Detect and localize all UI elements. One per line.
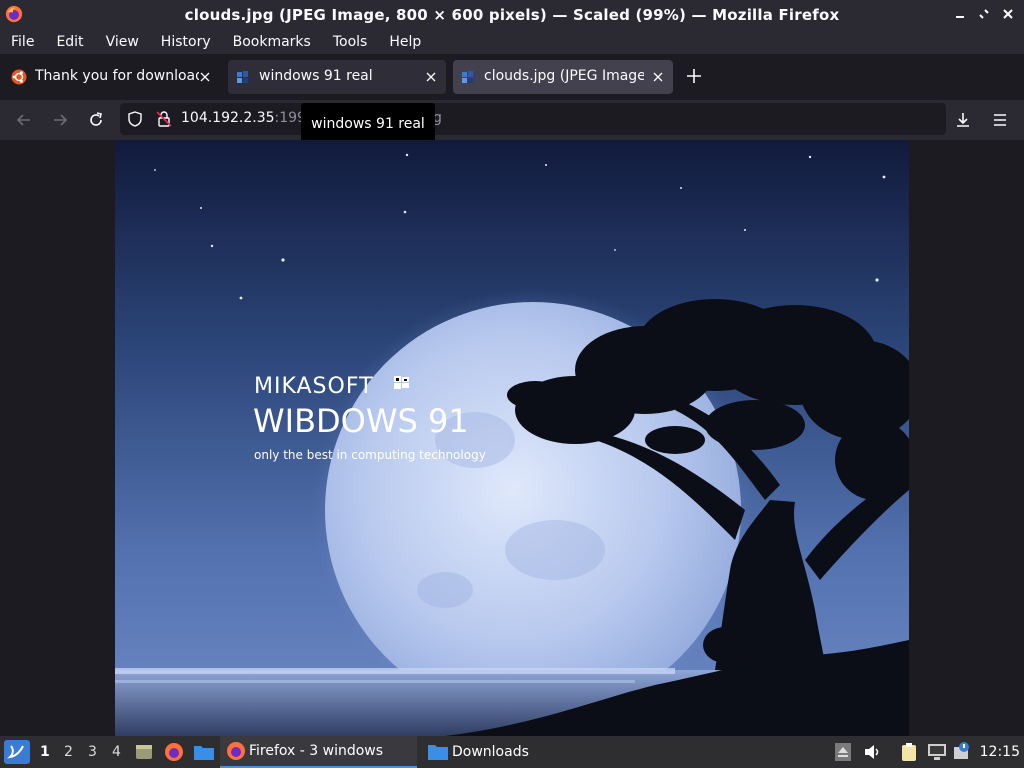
workspace-4[interactable]: 4 xyxy=(112,744,121,760)
app-menu-icon[interactable] xyxy=(4,740,30,764)
close-tab-icon[interactable] xyxy=(649,68,667,86)
taskbar-downloads-label: Downloads xyxy=(452,744,529,760)
tab-thank-you[interactable]: Thank you for downloadi xyxy=(4,60,220,94)
image-tagline-text: only the best in computing technology xyxy=(254,448,486,462)
close-tab-icon[interactable] xyxy=(422,68,440,86)
taskbar-downloads-button[interactable]: Downloads xyxy=(423,736,563,768)
taskbar-firefox-button[interactable]: Firefox - 3 windows xyxy=(220,736,417,768)
page-content: MIKASOFT WIBDOWS 91 only the best in com… xyxy=(0,140,1024,736)
menu-bar: File Edit View History Bookmarks Tools H… xyxy=(0,30,1024,54)
menu-hamburger-icon[interactable] xyxy=(990,110,1010,130)
maximize-button[interactable] xyxy=(976,6,992,22)
w91-icon xyxy=(462,71,473,83)
menu-edit[interactable]: Edit xyxy=(45,34,94,50)
workspace-3[interactable]: 3 xyxy=(88,744,97,760)
workspace-1[interactable]: 1 xyxy=(40,744,50,760)
firefox-icon xyxy=(227,742,245,760)
network-icon[interactable] xyxy=(927,743,947,761)
firefox-icon xyxy=(5,5,23,23)
clipboard-icon[interactable] xyxy=(900,742,918,762)
tab-bar: Thank you for downloadi windows 91 real … xyxy=(0,54,1024,100)
insecure-lock-icon[interactable] xyxy=(155,110,173,128)
menu-view[interactable]: View xyxy=(95,34,150,50)
download-icon[interactable] xyxy=(953,110,973,130)
ubuntu-icon xyxy=(11,69,27,85)
image-brand-text: MIKASOFT xyxy=(254,374,374,399)
clouds-image: MIKASOFT WIBDOWS 91 only the best in com… xyxy=(115,140,909,736)
update-notifier-icon[interactable] xyxy=(953,741,973,761)
window-title: clouds.jpg (JPEG Image, 800 × 600 pixels… xyxy=(184,6,840,24)
taskbar: 1 2 3 4 Firefox - 3 windows Downloads 12… xyxy=(0,736,1024,768)
tray-eject-icon[interactable] xyxy=(834,742,852,762)
menu-history[interactable]: History xyxy=(150,34,222,50)
folder-launcher-icon[interactable] xyxy=(193,742,215,762)
file-manager-launcher-icon[interactable] xyxy=(134,742,154,762)
title-bar: clouds.jpg (JPEG Image, 800 × 600 pixels… xyxy=(0,0,1024,30)
menu-bookmarks[interactable]: Bookmarks xyxy=(222,34,322,50)
clock: 12:15 xyxy=(979,744,1020,760)
close-window-button[interactable] xyxy=(1000,6,1016,22)
tab-label: Thank you for downloadi xyxy=(35,68,199,84)
shield-icon[interactable] xyxy=(126,110,144,128)
menu-tools[interactable]: Tools xyxy=(322,34,379,50)
w91-icon xyxy=(237,71,248,83)
image-product-text: WIBDOWS 91 xyxy=(253,402,469,440)
tab-tooltip: windows 91 real xyxy=(301,103,435,144)
menu-file[interactable]: File xyxy=(0,34,45,50)
url-host: 104.192.2.35 xyxy=(181,110,275,126)
tab-windows-91[interactable]: windows 91 real xyxy=(228,60,446,94)
back-icon[interactable] xyxy=(14,110,34,130)
reload-icon[interactable] xyxy=(86,110,106,130)
firefox-launcher-icon[interactable] xyxy=(164,742,184,762)
tab-label: windows 91 real xyxy=(259,68,373,84)
folder-icon xyxy=(428,745,448,760)
workspace-2[interactable]: 2 xyxy=(64,744,73,760)
menu-help[interactable]: Help xyxy=(378,34,432,50)
minimize-button[interactable] xyxy=(952,6,968,22)
close-tab-icon[interactable] xyxy=(196,68,214,86)
url-text: 104.192.2.35:199 xyxy=(181,110,306,126)
tab-label: clouds.jpg (JPEG Image, 8 xyxy=(484,68,644,84)
volume-icon[interactable] xyxy=(862,742,882,762)
tab-clouds-jpg[interactable]: clouds.jpg (JPEG Image, 8 xyxy=(453,60,673,94)
forward-icon[interactable] xyxy=(50,110,70,130)
new-tab-icon[interactable] xyxy=(684,66,704,86)
taskbar-firefox-label: Firefox - 3 windows xyxy=(249,743,384,759)
